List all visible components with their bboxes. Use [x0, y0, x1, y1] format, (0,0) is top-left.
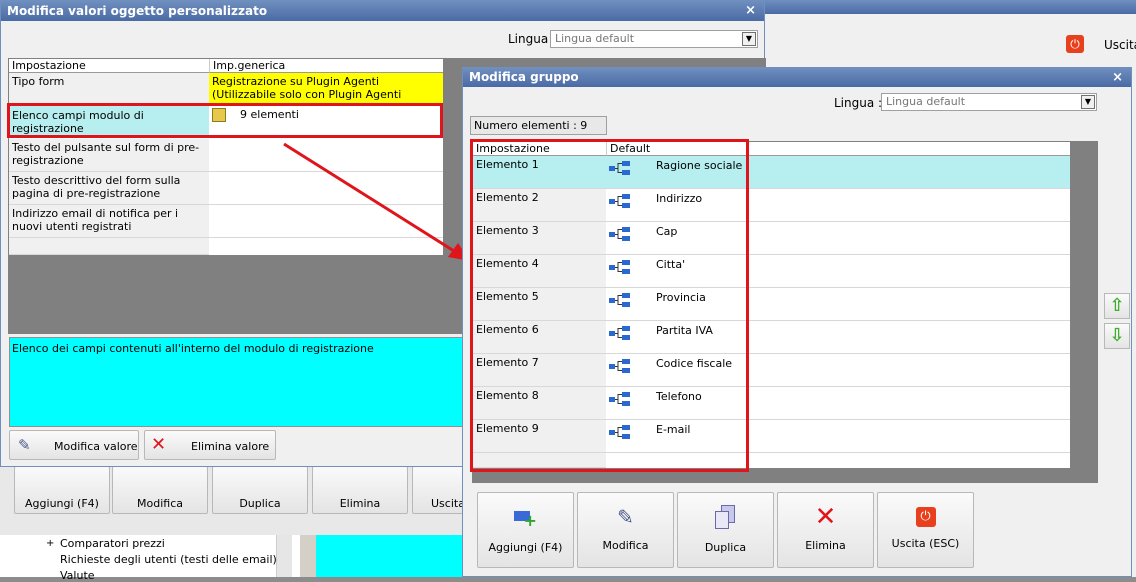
- grid-label[interactable]: Tipo form: [9, 73, 209, 104]
- chevron-down-icon[interactable]: ▼: [1081, 95, 1095, 109]
- add-icon: +: [513, 509, 538, 529]
- red-arrow: [283, 142, 470, 261]
- delete-value-button[interactable]: ✕ Elimina valore: [144, 430, 276, 460]
- edit-value-button[interactable]: ✎ Modifica valore: [9, 430, 139, 460]
- close-icon[interactable]: ×: [1112, 68, 1123, 87]
- description-panel: Elenco dei campi contenuti all'interno d…: [9, 337, 465, 427]
- delete-label: Elimina: [805, 539, 846, 552]
- window1-title: Modifica valori oggetto personalizzato: [7, 4, 268, 18]
- lang-label: Lingua :: [834, 96, 883, 110]
- window2-title: Modifica gruppo: [469, 70, 579, 84]
- duplicate-button[interactable]: Duplica: [677, 492, 774, 568]
- delete-icon: ✕: [151, 434, 167, 455]
- bg-edit-button[interactable]: Modifica: [112, 466, 208, 514]
- duplicate-label: Duplica: [704, 541, 747, 554]
- window2-titlebar[interactable]: Modifica gruppo ×: [463, 68, 1131, 87]
- power-icon: ⏻: [915, 507, 936, 527]
- tree-expand-icon[interactable]: +: [46, 538, 54, 549]
- bg-delete-button[interactable]: Elimina: [312, 466, 408, 514]
- add-label: Aggiungi (F4): [488, 541, 563, 554]
- delete-value-label: Elimina valore: [191, 440, 270, 453]
- bg-duplicate-button[interactable]: Duplica: [212, 466, 308, 514]
- column-header: Impostazione: [9, 59, 209, 73]
- exit-button[interactable]: ⏻ Uscita (ESC): [877, 492, 974, 568]
- tree-item[interactable]: Richieste degli utenti (testi delle emai…: [60, 553, 277, 566]
- exit-label: Uscita (ESC): [891, 537, 960, 550]
- window1-titlebar[interactable]: Modifica valori oggetto personalizzato ×: [1, 1, 764, 21]
- add-button[interactable]: + Aggiungi (F4): [477, 492, 574, 568]
- duplicate-icon: [714, 505, 737, 531]
- description-text: Elenco dei campi contenuti all'interno d…: [12, 342, 374, 355]
- language-select-value: Lingua default: [555, 32, 635, 45]
- background-topbar: [760, 0, 1136, 14]
- bg-exit-button[interactable]: Uscita: [412, 466, 468, 514]
- grid-empty-row: [9, 238, 209, 255]
- highlight-box: [7, 103, 443, 138]
- grid-label[interactable]: Testo descrittivo del form sulla pagina …: [9, 172, 209, 205]
- highlight-box: [470, 139, 749, 472]
- grid-label[interactable]: Testo del pulsante sul form di pre-regis…: [9, 139, 209, 172]
- language-select[interactable]: Lingua default ▼: [550, 30, 758, 48]
- delete-icon: ✕: [814, 502, 837, 532]
- edit-button[interactable]: ✎ Modifica: [577, 492, 674, 568]
- background-exit-label[interactable]: Uscita: [1104, 38, 1136, 52]
- arrow-up-icon: ⇧: [1109, 295, 1125, 316]
- grid-label[interactable]: Indirizzo email di notifica per i nuovi …: [9, 205, 209, 238]
- tree-scrollbar[interactable]: [276, 535, 292, 577]
- move-down-button[interactable]: ⇩: [1104, 323, 1130, 349]
- background-exit-icon[interactable]: ⏻: [1066, 35, 1084, 53]
- language-select[interactable]: Lingua default ▼: [881, 93, 1097, 111]
- bg-add-button[interactable]: Aggiungi (F4): [14, 466, 110, 514]
- language-select-value: Lingua default: [886, 95, 966, 108]
- edit-icon: ✎: [617, 505, 634, 529]
- close-icon[interactable]: ×: [745, 1, 756, 21]
- tree-item[interactable]: Comparatori prezzi: [60, 537, 165, 550]
- edit-label: Modifica: [602, 539, 649, 552]
- elements-count-label: Numero elementi : 9: [470, 116, 607, 135]
- edit-value-label: Modifica valore: [54, 440, 138, 453]
- move-up-button[interactable]: ⇧: [1104, 293, 1130, 319]
- grid-value[interactable]: Registrazione su Plugin Agenti (Utilizza…: [209, 73, 443, 114]
- delete-button[interactable]: ✕ Elimina: [777, 492, 874, 568]
- arrow-down-icon: ⇩: [1109, 325, 1125, 346]
- column-header: Imp.generica: [209, 59, 443, 73]
- background-cyan-area: [316, 535, 466, 577]
- chevron-down-icon[interactable]: ▼: [742, 32, 756, 46]
- lang-label: Lingua :: [508, 32, 557, 46]
- pencil-icon: ✎: [18, 436, 31, 454]
- tree-item[interactable]: Valute: [60, 569, 95, 582]
